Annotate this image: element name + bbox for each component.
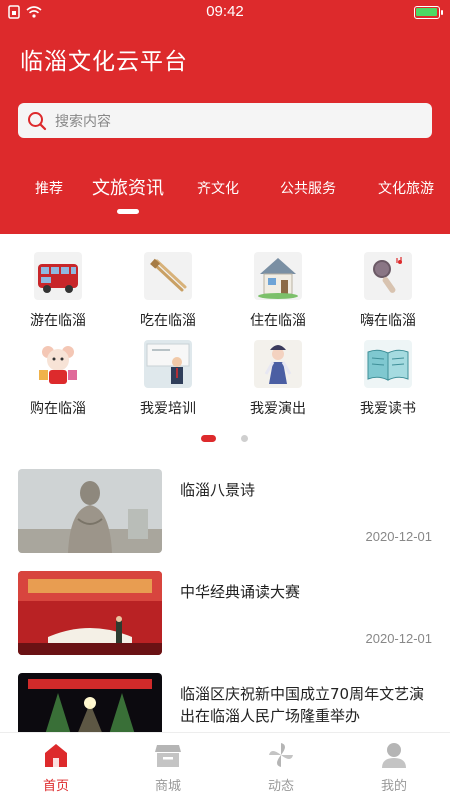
user-icon	[382, 743, 406, 768]
grid-item-performance[interactable]: 我爱演出	[223, 340, 333, 420]
grid-item-label: 嗨在临淄	[360, 313, 416, 329]
grid-item-tour[interactable]: 游在临淄	[3, 252, 113, 332]
search-input[interactable]: 搜索内容	[18, 103, 432, 138]
grid-item-label: 我爱演出	[250, 401, 306, 417]
news-item[interactable]: 临淄区庆祝新中国成立70周年文艺演出在临淄人民广场隆重举办	[18, 673, 432, 733]
tabbar-label: 动态	[267, 779, 294, 794]
tabbar-store[interactable]: 商城	[112, 733, 224, 800]
bottom-tab-bar: 首页 商城 动态 我的	[0, 732, 450, 800]
chopsticks-icon	[144, 252, 192, 300]
search-placeholder: 搜索内容	[55, 114, 111, 130]
grid-item-label: 购在临淄	[30, 401, 86, 417]
grid-item-fun[interactable]: 嗨在临淄	[333, 252, 443, 332]
tabbar-label: 我的	[380, 779, 407, 794]
news-title: 临淄八景诗	[180, 481, 256, 499]
battery-icon	[414, 6, 443, 19]
page-dot-active[interactable]	[201, 435, 216, 442]
tab-indicator	[117, 209, 139, 214]
tabbar-home[interactable]: 首页	[0, 733, 112, 800]
news-item[interactable]: 临淄八景诗 2020-12-01	[18, 469, 432, 553]
house-icon	[254, 252, 302, 300]
grid-item-shop[interactable]: 购在临淄	[3, 340, 113, 420]
grid-item-label: 吃在临淄	[140, 313, 196, 329]
status-bar: 09:42	[0, 0, 450, 26]
tab-recommend[interactable]: 推荐	[35, 178, 63, 198]
news-date: 2020-12-01	[365, 529, 433, 544]
statue-photo	[18, 469, 162, 553]
grid-item-stay[interactable]: 住在临淄	[223, 252, 333, 332]
category-tabs: 推荐 文旅资讯 齐文化 公共服务 文化旅游	[0, 178, 450, 218]
tabbar-profile[interactable]: 我的	[338, 733, 450, 800]
news-title: 临淄区庆祝新中国成立70周年文艺演出在临淄人民广场隆重举办	[180, 685, 425, 725]
page-indicator	[0, 435, 450, 445]
grid-item-label: 我爱读书	[360, 401, 416, 417]
tab-qi-culture[interactable]: 齐文化	[197, 178, 239, 198]
teacher-icon	[144, 340, 192, 388]
tabbar-label: 首页	[42, 779, 69, 794]
home-icon	[45, 744, 67, 767]
tab-public-service[interactable]: 公共服务	[280, 178, 336, 198]
news-item[interactable]: 中华经典诵读大赛 2020-12-01	[18, 571, 432, 655]
grid-item-food[interactable]: 吃在临淄	[113, 252, 223, 332]
open-book-icon	[364, 340, 412, 388]
tabbar-feed[interactable]: 动态	[225, 733, 337, 800]
page-dot[interactable]	[241, 435, 248, 442]
concert-photo	[18, 673, 162, 733]
grid-item-label: 我爱培训	[140, 401, 196, 417]
tabbar-label: 商城	[154, 779, 181, 794]
grid-item-label: 游在临淄	[30, 313, 86, 329]
page-title: 临淄文化云平台	[20, 49, 188, 75]
tab-culture-travel[interactable]: 文化旅游	[378, 178, 434, 198]
microphone-icon	[364, 252, 412, 300]
header: 09:42 临淄文化云平台 搜索内容 推荐 文旅资讯 齐文化 公共服务 文化旅游	[0, 0, 450, 234]
search-icon	[28, 112, 47, 131]
grid-item-label: 住在临淄	[250, 313, 306, 329]
stage-photo	[18, 571, 162, 655]
tab-culture-tourism-news[interactable]: 文旅资讯	[92, 174, 164, 200]
store-icon	[155, 745, 181, 767]
bus-icon	[34, 252, 82, 300]
news-title: 中华经典诵读大赛	[180, 583, 301, 601]
news-date: 2020-12-01	[365, 631, 433, 646]
grid-item-reading[interactable]: 我爱读书	[333, 340, 443, 420]
grid-item-training[interactable]: 我爱培训	[113, 340, 223, 420]
pinwheel-icon	[269, 743, 293, 767]
status-time: 09:42	[206, 3, 244, 20]
shopping-mouse-icon	[34, 340, 82, 388]
opera-performer-icon	[254, 340, 302, 388]
